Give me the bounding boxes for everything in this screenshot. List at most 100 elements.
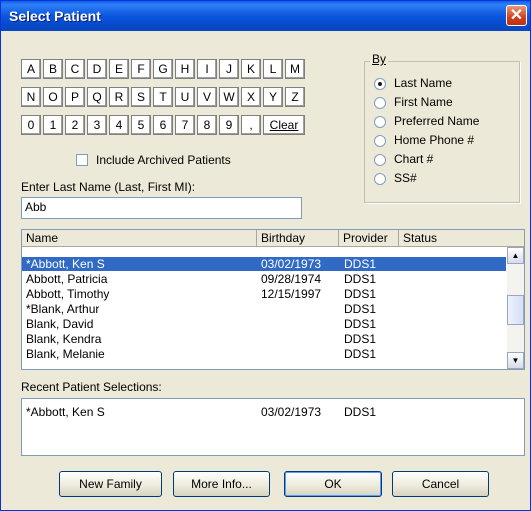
close-button[interactable]: ✕ <box>506 5 527 26</box>
column-header-provider[interactable]: Provider <box>339 230 399 247</box>
key-g-button[interactable]: G <box>153 59 173 79</box>
recent-label: Recent Patient Selections: <box>21 380 162 394</box>
scroll-up-button[interactable]: ▲ <box>507 247 524 264</box>
recent-birthday-cell: 03/02/1973 <box>261 405 322 419</box>
by-option-label[interactable]: First Name <box>394 95 453 109</box>
patient-provider-cell: DDS1 <box>344 257 377 271</box>
by-group-label: By <box>370 52 389 66</box>
key-e-button[interactable]: E <box>109 59 129 79</box>
recent-name-cell: *Abbott, Ken S <box>26 405 105 419</box>
patient-name-cell: Blank, David <box>26 317 94 331</box>
key-x-button[interactable]: X <box>241 87 261 107</box>
key-p-button[interactable]: P <box>65 87 85 107</box>
patient-list[interactable]: Name Birthday Provider Status *Abbott, K… <box>21 229 525 370</box>
key-b-button[interactable]: B <box>43 59 63 79</box>
key-q-button[interactable]: Q <box>87 87 107 107</box>
key-w-button[interactable]: W <box>219 87 239 107</box>
patient-row[interactable]: *Abbott, Ken S 03/02/1973 DDS1 <box>22 257 506 271</box>
patient-provider-cell: DDS1 <box>344 272 377 286</box>
key-2-button[interactable]: 2 <box>65 115 85 135</box>
key-4-button[interactable]: 4 <box>109 115 129 135</box>
clear-button[interactable]: Clear <box>263 115 305 135</box>
patient-provider-cell: DDS1 <box>344 302 377 316</box>
key-8-button[interactable]: 8 <box>197 115 217 135</box>
by-option-label[interactable]: Preferred Name <box>394 114 479 128</box>
key-1-button[interactable]: 1 <box>43 115 63 135</box>
patient-row[interactable]: Abbott, Patricia 09/28/1974 DDS1 <box>22 272 506 286</box>
by-radio-2[interactable] <box>374 116 386 128</box>
key-9-button[interactable]: 9 <box>219 115 239 135</box>
key-5-button[interactable]: 5 <box>131 115 151 135</box>
scroll-down-button[interactable]: ▼ <box>507 352 524 369</box>
by-radio-4[interactable] <box>374 154 386 166</box>
patient-row[interactable]: Blank, David DDS1 <box>22 317 506 331</box>
patient-provider-cell: DDS1 <box>344 287 377 301</box>
patient-row[interactable]: Blank, Kendra DDS1 <box>22 332 506 346</box>
key-h-button[interactable]: H <box>175 59 195 79</box>
key-i-button[interactable]: I <box>197 59 217 79</box>
patient-birthday-cell: 03/02/1973 <box>261 257 322 271</box>
patient-name-cell: *Blank, Arthur <box>26 302 100 316</box>
patient-row[interactable]: *Blank, Arthur DDS1 <box>22 302 506 316</box>
patient-birthday-cell: 12/15/1997 <box>261 287 322 301</box>
column-header-birthday[interactable]: Birthday <box>257 230 339 247</box>
key-k-button[interactable]: K <box>241 59 261 79</box>
key-d-button[interactable]: D <box>87 59 107 79</box>
key-t-button[interactable]: T <box>153 87 173 107</box>
by-option-label[interactable]: Chart # <box>394 152 433 166</box>
scroll-thumb[interactable] <box>507 295 524 325</box>
patient-provider-cell: DDS1 <box>344 347 377 361</box>
key-l-button[interactable]: L <box>263 59 283 79</box>
key-j-button[interactable]: J <box>219 59 239 79</box>
select-patient-dialog: Select Patient ✕ ABCDEFGHIJKLM NOPQRSTUVW… <box>0 0 531 511</box>
ok-button[interactable]: OK <box>284 471 382 497</box>
key-6-button[interactable]: 6 <box>153 115 173 135</box>
patient-birthday-cell: 09/28/1974 <box>261 272 322 286</box>
patient-list-scrollbar[interactable]: ▲ ▼ <box>507 247 524 369</box>
more-info-button[interactable]: More Info... <box>173 471 270 497</box>
by-radio-1[interactable] <box>374 97 386 109</box>
key-y-button[interactable]: Y <box>263 87 283 107</box>
title-bar[interactable]: Select Patient ✕ <box>1 1 530 31</box>
patient-name-cell: Blank, Melanie <box>26 347 105 361</box>
recent-list[interactable]: *Abbott, Ken S 03/02/1973 DDS1 <box>21 398 525 456</box>
cancel-button[interactable]: Cancel <box>392 471 489 497</box>
key-s-button[interactable]: S <box>131 87 151 107</box>
patient-name-cell: *Abbott, Ken S <box>26 257 105 271</box>
column-header-status[interactable]: Status <box>399 230 524 247</box>
by-option-label[interactable]: Last Name <box>394 76 452 90</box>
by-radio-0[interactable] <box>374 78 386 90</box>
key-f-button[interactable]: F <box>131 59 151 79</box>
patient-name-cell: Blank, Kendra <box>26 332 102 346</box>
search-label: Enter Last Name (Last, First MI): <box>21 180 196 194</box>
key-0-button[interactable]: 0 <box>21 115 41 135</box>
patient-name-cell: Abbott, Timothy <box>26 287 110 301</box>
key-v-button[interactable]: V <box>197 87 217 107</box>
key-u-button[interactable]: U <box>175 87 195 107</box>
patient-row[interactable]: Blank, Melanie DDS1 <box>22 347 506 361</box>
key-a-button[interactable]: A <box>21 59 41 79</box>
window-title: Select Patient <box>9 8 101 24</box>
patient-row[interactable]: Abbott, Timothy 12/15/1997 DDS1 <box>22 287 506 301</box>
new-family-button[interactable]: New Family <box>59 471 162 497</box>
patient-provider-cell: DDS1 <box>344 332 377 346</box>
key-n-button[interactable]: N <box>21 87 41 107</box>
include-archived-checkbox[interactable] <box>76 154 88 166</box>
recent-row[interactable]: *Abbott, Ken S 03/02/1973 DDS1 <box>22 405 522 419</box>
by-option-label[interactable]: SS# <box>394 171 417 185</box>
key-c-button[interactable]: C <box>65 59 85 79</box>
patient-name-cell: Abbott, Patricia <box>26 272 108 286</box>
key-comma-button[interactable]: , <box>241 115 261 135</box>
by-radio-5[interactable] <box>374 173 386 185</box>
key-r-button[interactable]: R <box>109 87 129 107</box>
column-header-name[interactable]: Name <box>22 230 257 247</box>
last-name-input[interactable]: Abb <box>21 197 302 219</box>
key-m-button[interactable]: M <box>285 59 305 79</box>
key-z-button[interactable]: Z <box>285 87 305 107</box>
key-o-button[interactable]: O <box>43 87 63 107</box>
include-archived-label: Include Archived Patients <box>96 153 231 167</box>
key-7-button[interactable]: 7 <box>175 115 195 135</box>
key-3-button[interactable]: 3 <box>87 115 107 135</box>
by-option-label[interactable]: Home Phone # <box>394 133 474 147</box>
by-radio-3[interactable] <box>374 135 386 147</box>
